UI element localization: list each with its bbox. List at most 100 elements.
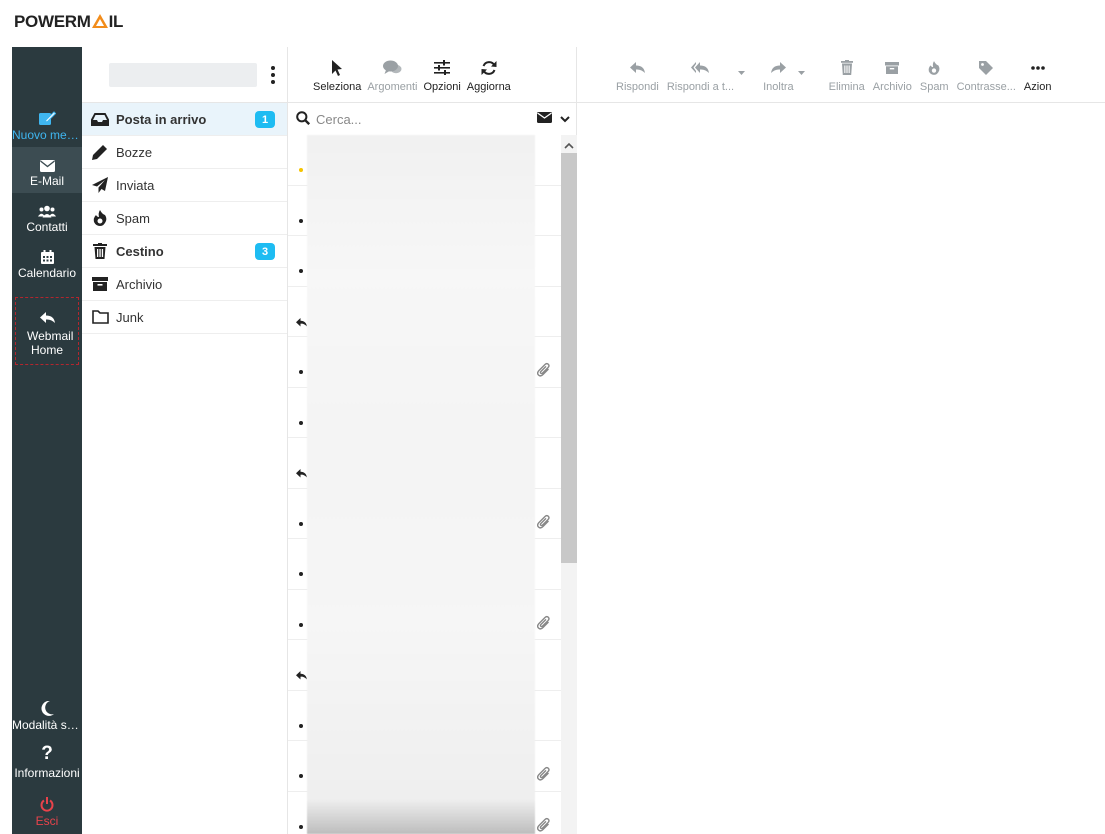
envelope-icon: [39, 152, 55, 172]
moon-icon: [40, 696, 54, 716]
read-dot-icon: [299, 774, 303, 778]
folder-archive[interactable]: Archivio: [82, 268, 287, 301]
chevron-down-icon[interactable]: [560, 112, 570, 126]
reply-options-dropdown[interactable]: [738, 47, 746, 103]
attachment-icon: [536, 615, 551, 634]
list-toolbar: Seleziona Argomenti Opzioni Aggiorna: [288, 47, 576, 103]
archive-label: Archivio: [872, 80, 912, 93]
webmail-home-button[interactable]: Webmail Home: [15, 297, 79, 365]
message-list-scrollbar[interactable]: [561, 135, 577, 834]
compose-icon: [38, 106, 56, 126]
more-actions-button[interactable]: Azion: [1020, 47, 1056, 103]
caret-down-icon: [738, 66, 746, 78]
email-label: E-Mail: [29, 174, 64, 188]
reply-icon: [629, 58, 645, 78]
refresh-icon: [481, 58, 497, 78]
spam-button[interactable]: Spam: [916, 47, 953, 103]
spam-label: Spam: [919, 80, 949, 93]
attachment-icon: [536, 817, 551, 834]
nav-bottom: Modalità sc... ? Informazioni Esci: [12, 690, 82, 834]
contacts-label: Contatti: [26, 220, 68, 234]
message-toolbar: Rispondi Rispondi a t... Inoltra Elimina…: [577, 47, 1105, 103]
info-button[interactable]: ? Informazioni: [12, 738, 82, 786]
folder-label: Spam: [116, 210, 150, 226]
mail-app: Nuovo mes... E-Mail Contatti Calendario …: [12, 47, 1105, 834]
archive-icon: [90, 277, 110, 291]
archive-button[interactable]: Archivio: [869, 47, 916, 103]
dark-mode-label: Modalità sc...: [12, 718, 82, 732]
delete-label: Elimina: [828, 80, 865, 93]
read-dot-icon: [299, 572, 303, 576]
folder-icon: [90, 310, 110, 324]
kebab-menu-icon[interactable]: [271, 65, 275, 85]
search-icon: [296, 110, 311, 128]
trash-count-badge: 3: [255, 243, 275, 260]
folder-sent[interactable]: Inviata: [82, 169, 287, 202]
read-dot-icon: [299, 521, 303, 526]
tag-button[interactable]: Contrasse...: [953, 47, 1020, 103]
folder-inbox[interactable]: Posta in arrivo 1: [82, 103, 287, 136]
cursor-icon: [331, 58, 343, 78]
exit-button[interactable]: Esci: [12, 786, 82, 834]
question-icon: ?: [41, 743, 53, 764]
reply-arrow-icon: [39, 312, 55, 327]
folder-label: Junk: [116, 309, 144, 325]
reply-all-icon: [691, 58, 710, 78]
folder-trash[interactable]: Cestino 3: [82, 235, 287, 268]
chevron-up-icon[interactable]: [564, 138, 574, 152]
envelope-filter-icon[interactable]: [537, 112, 552, 126]
scrollbar-thumb[interactable]: [561, 153, 577, 563]
reply-button[interactable]: Rispondi: [612, 47, 663, 103]
powermail-logo: POWERM IL: [14, 10, 123, 34]
refresh-button[interactable]: Aggiorna: [464, 47, 514, 103]
sliders-icon: [434, 58, 451, 78]
folder-label: Bozze: [116, 144, 153, 160]
folder-junk[interactable]: Junk: [82, 301, 287, 334]
threads-label: Argomenti: [367, 80, 418, 93]
attachment-icon: [536, 514, 551, 533]
folder-label: Inviata: [116, 177, 155, 193]
trash-icon: [840, 58, 853, 78]
dark-mode-toggle[interactable]: Modalità sc...: [12, 690, 82, 738]
forward-options-dropdown[interactable]: [797, 47, 805, 103]
caret-down-icon: [797, 66, 805, 78]
folder-label: Archivio: [116, 276, 163, 292]
archive-icon: [885, 58, 900, 78]
folder-drafts[interactable]: Bozze: [82, 136, 287, 169]
message-previews-redacted: [307, 135, 535, 834]
reply-label: Rispondi: [616, 80, 659, 93]
compose-button[interactable]: Nuovo mes...: [12, 101, 82, 147]
unread-dot-icon: [299, 168, 303, 172]
attachment-icon: [536, 362, 551, 381]
trash-icon: [90, 243, 110, 259]
reply-all-button[interactable]: Rispondi a t...: [663, 47, 738, 103]
comments-icon: [382, 58, 402, 78]
search-input[interactable]: Cerca...: [316, 112, 362, 127]
tag-icon: [979, 58, 994, 78]
delete-button[interactable]: Elimina: [825, 47, 869, 103]
folder-spam[interactable]: Spam: [82, 202, 287, 235]
search-filters: [537, 112, 570, 126]
calendar-label: Calendario: [17, 266, 77, 280]
nav-email[interactable]: E-Mail: [12, 147, 82, 193]
select-label: Seleziona: [313, 80, 362, 93]
nav-calendar[interactable]: Calendario: [12, 239, 82, 285]
folder-pane: Posta in arrivo 1 Bozze Inviata Spam Ces…: [82, 47, 288, 834]
tag-label: Contrasse...: [956, 80, 1016, 93]
unread-badge: 1: [255, 111, 275, 128]
ellipsis-icon: [1030, 58, 1045, 78]
read-dot-icon: [299, 269, 303, 273]
nav-rail: Nuovo mes... E-Mail Contatti Calendario …: [12, 47, 82, 834]
info-label: Informazioni: [14, 766, 80, 780]
forward-button[interactable]: Inoltra: [759, 47, 798, 103]
logo-text-prefix: POWERM: [14, 12, 91, 31]
select-button[interactable]: Seleziona: [310, 47, 364, 103]
search-bar[interactable]: Cerca...: [288, 103, 576, 135]
threads-button[interactable]: Argomenti: [364, 47, 420, 103]
nav-contacts[interactable]: Contatti: [12, 193, 82, 239]
options-button[interactable]: Opzioni: [420, 47, 463, 103]
logo-text-suffix: IL: [108, 12, 124, 31]
replied-icon: [296, 669, 307, 683]
contacts-icon: [38, 198, 56, 218]
options-label: Opzioni: [423, 80, 461, 93]
